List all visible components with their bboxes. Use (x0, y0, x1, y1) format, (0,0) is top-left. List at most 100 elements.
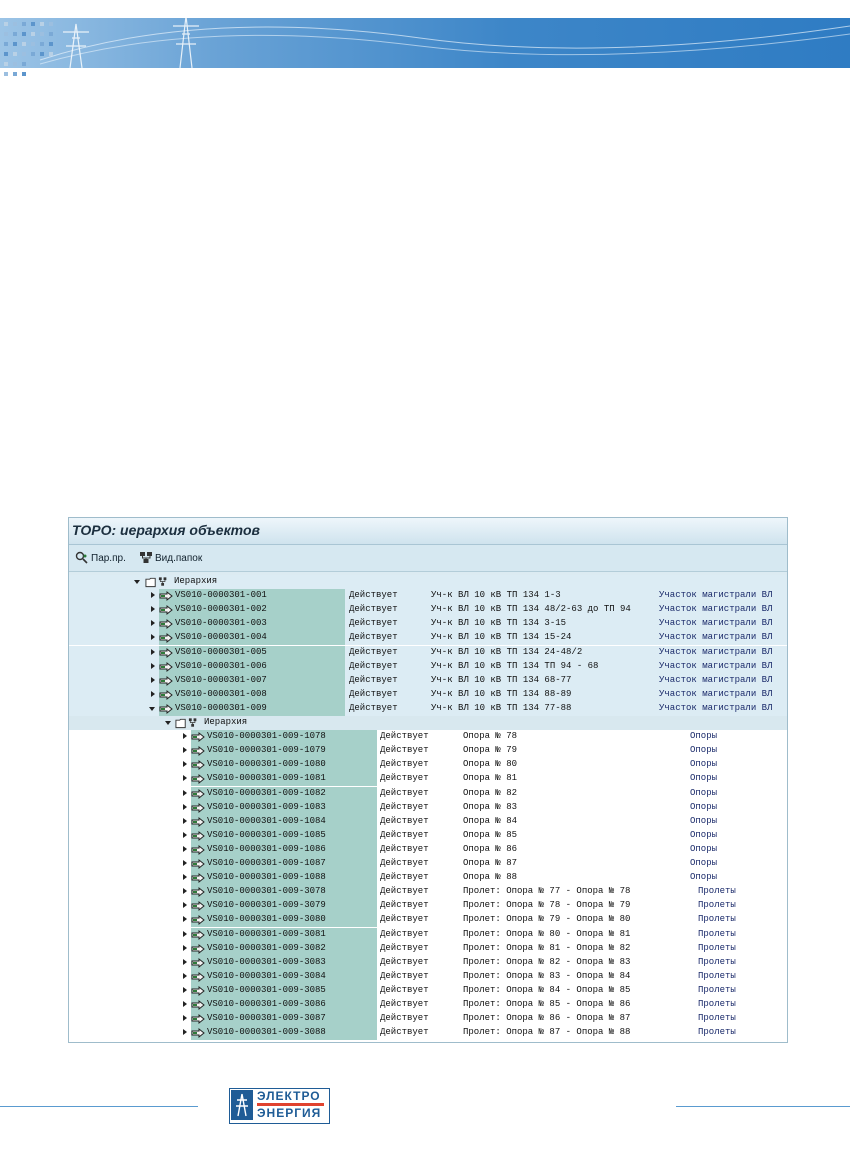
tree-node-row[interactable]: VS010-0000301-009-3080 Действует Пролет: О… (69, 913, 787, 928)
tree-node-row[interactable]: VS010-0000301-009-3087 Действует Пролет: О… (69, 1012, 787, 1027)
tree-node-row[interactable]: VS010-0000301-009-3082 Действует Пролет: О… (69, 941, 787, 956)
expand-arrow-icon[interactable] (183, 986, 187, 993)
tree-node-row[interactable]: VS010-0000301-009-1081 Действует Опора № 8… (69, 772, 787, 787)
tree-node-row[interactable]: VS010-0000301-004 Действует Уч-к ВЛ 10 кВ … (69, 631, 787, 646)
object-id: VS010-0000301-009-1078 (207, 731, 326, 742)
expand-arrow-icon[interactable] (183, 775, 187, 782)
equipment-icon (191, 830, 205, 841)
expand-arrow-icon[interactable] (151, 676, 155, 683)
object-id: VS010-0000301-009-1085 (207, 829, 326, 840)
expand-arrow-icon[interactable] (183, 1029, 187, 1036)
expand-arrow-icon[interactable] (151, 662, 155, 669)
object-class: Опоры (690, 872, 718, 883)
object-status: Действует (349, 604, 398, 615)
folder-view-button[interactable]: Вид.папок (139, 550, 202, 566)
object-description: Опора № 82 (463, 787, 518, 798)
collapse-arrow-icon[interactable] (165, 721, 171, 725)
tree-node-row[interactable]: VS010-0000301-009-3088 Действует Пролет: О… (69, 1026, 787, 1041)
expand-arrow-icon[interactable] (183, 972, 187, 979)
tree-node-row[interactable]: VS010-0000301-009-3079 Действует Пролет: О… (69, 899, 787, 914)
object-status: Действует (380, 731, 429, 742)
object-id: VS010-0000301-003 (175, 618, 267, 629)
tree-node-row[interactable]: VS010-0000301-009-1083 Действует Опора № 8… (69, 800, 787, 815)
tree-node-row[interactable]: VS010-0000301-002 Действует Уч-к ВЛ 10 кВ … (69, 603, 787, 618)
expand-arrow-icon[interactable] (183, 789, 187, 796)
tree-node-row[interactable]: VS010-0000301-009-1085 Действует Опора № 8… (69, 828, 787, 843)
collapse-arrow-icon[interactable] (149, 706, 155, 711)
equipment-icon (159, 689, 173, 700)
object-id: VS010-0000301-009-1087 (207, 858, 326, 868)
expand-arrow-icon[interactable] (151, 634, 155, 641)
tree-node-row[interactable]: VS010-0000301-001 Действует Уч-к ВЛ 10 кВ … (69, 589, 787, 604)
expand-arrow-icon[interactable] (183, 930, 187, 937)
object-id: VS010-0000301-008 (175, 688, 267, 699)
object-status: Действует (380, 801, 429, 812)
expand-arrow-icon[interactable] (183, 916, 187, 923)
object-class: Пролеты (698, 984, 736, 995)
tree-node-row[interactable]: VS010-0000301-005 Действует Уч-к ВЛ 10 кВ … (69, 645, 787, 660)
tree-node-row[interactable]: VS010-0000301-009-1078 Действует Опора № 7… (69, 730, 787, 745)
expand-arrow-icon[interactable] (183, 860, 187, 866)
display-params-button[interactable]: Пар.пр. (75, 550, 126, 566)
logo-text-1: ЭЛЕКТРО (257, 1089, 321, 1103)
tree-node-row[interactable]: VS010-0000301-009-1086 Действует Опора № 8… (69, 842, 787, 857)
collapse-arrow-icon[interactable] (134, 580, 140, 584)
expand-arrow-icon[interactable] (183, 944, 187, 951)
tree-node-row[interactable]: VS010-0000301-006 Действует Уч-к ВЛ 10 кВ … (69, 659, 787, 674)
object-id: VS010-0000301-009-1088 (207, 872, 326, 883)
tree-node-row[interactable]: VS010-0000301-009-1088 Действует Опора № 8… (69, 871, 787, 886)
equipment-icon (191, 858, 205, 870)
tree-node-row[interactable]: VS010-0000301-003 Действует Уч-к ВЛ 10 кВ … (69, 617, 787, 632)
expand-arrow-icon[interactable] (151, 592, 155, 599)
tree-subroot-node[interactable]: Иерархия (69, 716, 787, 730)
tree-node-row[interactable]: VS010-0000301-009-3086 Действует Пролет: О… (69, 998, 787, 1012)
expand-arrow-icon[interactable] (183, 888, 187, 895)
object-class: Пролеты (698, 942, 736, 953)
object-description: Пролет: Опора № 77 - Опора № 78 (463, 886, 631, 897)
expand-arrow-icon[interactable] (183, 831, 187, 838)
expand-arrow-icon[interactable] (151, 690, 155, 697)
expand-arrow-icon[interactable] (183, 761, 187, 768)
tree-node-row[interactable]: VS010-0000301-009-1082 Действует Опора № 8… (69, 786, 787, 801)
expand-arrow-icon[interactable] (183, 803, 187, 810)
object-description: Опора № 86 (463, 843, 518, 854)
expand-arrow-icon[interactable] (183, 1015, 187, 1022)
object-status: Действует (349, 590, 398, 601)
expand-arrow-icon[interactable] (183, 845, 187, 852)
expand-arrow-icon[interactable] (151, 606, 155, 613)
expand-arrow-icon[interactable] (151, 648, 155, 655)
expand-arrow-icon[interactable] (183, 902, 187, 909)
expand-arrow-icon[interactable] (183, 747, 187, 754)
equipment-icon (191, 971, 205, 982)
object-class: Пролеты (698, 886, 736, 897)
tree-node-row[interactable]: VS010-0000301-007 Действует Уч-к ВЛ 10 кВ … (69, 673, 787, 688)
tree-node-row[interactable]: VS010-0000301-009-3085 Действует Пролет: О… (69, 983, 787, 998)
tree-node-row[interactable]: VS010-0000301-009-1079 Действует Опора № 7… (69, 744, 787, 759)
expand-arrow-icon[interactable] (183, 1001, 187, 1007)
folder-icon (145, 577, 167, 588)
sap-window: ТОРО: иерархия объектов Пар.пр. Вид.папо… (68, 517, 788, 1043)
tree-node-row[interactable]: VS010-0000301-008 Действует Уч-к ВЛ 10 кВ … (69, 687, 787, 702)
object-class: Опоры (690, 731, 718, 742)
object-description: Опора № 79 (463, 745, 518, 756)
expand-arrow-icon[interactable] (183, 733, 187, 740)
window-title-bar: ТОРО: иерархия объектов (69, 518, 787, 545)
tree-node-row[interactable]: VS010-0000301-009-1087 Действует Опора № 8… (69, 857, 787, 871)
expand-arrow-icon[interactable] (183, 958, 187, 965)
object-status: Действует (349, 618, 398, 629)
object-status: Действует (380, 1027, 429, 1038)
tree-root-node[interactable]: Иерархия (69, 575, 787, 589)
tree-node-row[interactable]: VS010-0000301-009-1080 Действует Опора № 8… (69, 758, 787, 773)
expand-arrow-icon[interactable] (183, 874, 187, 881)
expand-arrow-icon[interactable] (183, 817, 187, 824)
expand-arrow-icon[interactable] (151, 620, 155, 627)
tree-node-row[interactable]: VS010-0000301-009-3081 Действует Пролет: О… (69, 927, 787, 942)
tree-node-row[interactable]: VS010-0000301-009-3083 Действует Пролет: О… (69, 955, 787, 970)
tree-node-row[interactable]: VS010-0000301-009-3084 Действует Пролет: О… (69, 969, 787, 984)
object-description: Пролет: Опора № 81 - Опора № 82 (463, 942, 631, 953)
object-description: Пролет: Опора № 80 - Опора № 81 (463, 928, 631, 939)
tree-node-row[interactable]: VS010-0000301-009-3078 Действует Пролет: О… (69, 885, 787, 900)
object-status: Действует (349, 702, 398, 713)
tree-node-row[interactable]: VS010-0000301-009 Действует Уч-к ВЛ 10 кВ … (69, 701, 787, 716)
tree-node-row[interactable]: VS010-0000301-009-1084 Действует Опора № 8… (69, 814, 787, 829)
